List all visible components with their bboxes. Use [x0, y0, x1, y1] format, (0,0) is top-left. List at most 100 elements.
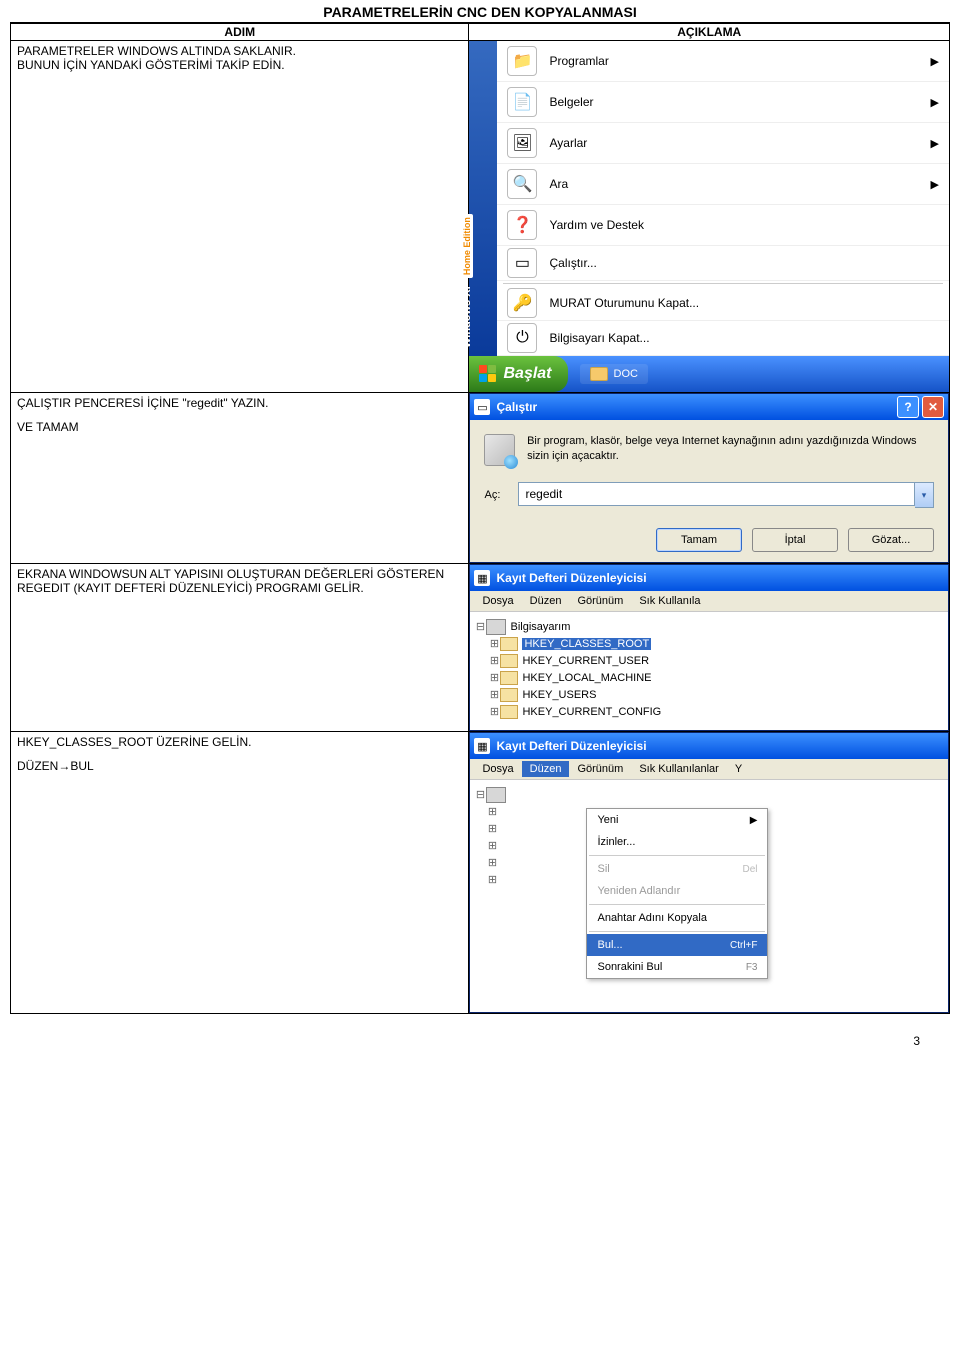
ok-button[interactable]: Tamam — [656, 528, 742, 552]
browse-button[interactable]: Gözat... — [848, 528, 934, 552]
context-menu-item: SilDel — [587, 858, 767, 880]
context-menu-item[interactable]: Bul...Ctrl+F — [587, 934, 767, 956]
menu-item-icon: 📄 — [507, 87, 537, 117]
menu-item[interactable]: Görünüm — [569, 593, 631, 609]
menu-item[interactable]: Düzen — [522, 761, 570, 777]
start-menu-brandbar: Windows XPHome Edition — [469, 41, 497, 356]
menu-item-icon: 🔍 — [507, 169, 537, 199]
run-dialog-title: Çalıştır — [496, 400, 894, 414]
taskbar-item-doc[interactable]: DOC — [580, 364, 648, 384]
page-number: 3 — [0, 1014, 960, 1058]
step2-line2: VE TAMAM — [17, 420, 462, 434]
menu-item[interactable]: Dosya — [474, 761, 521, 777]
menu-item[interactable]: Sık Kullanılanlar — [631, 761, 727, 777]
open-input[interactable] — [518, 482, 915, 506]
step4-line2: DÜZEN→BUL — [17, 759, 462, 773]
step2-line1: ÇALIŞTIR PENCERESİ İÇİNE "regedit" YAZIN… — [17, 396, 462, 410]
edit-context-menu[interactable]: Yeni▶İzinler... SilDelYeniden Adlandır Ana… — [586, 808, 768, 979]
start-menu-item[interactable]: ▭ Çalıştır... — [497, 246, 949, 281]
start-menu-item[interactable]: ❓ Yardım ve Destek — [497, 205, 949, 246]
start-menu-item[interactable]: 🔑 MURAT Oturumunu Kapat... — [497, 286, 949, 321]
start-menu-item[interactable]: 🔍 Ara▶ — [497, 164, 949, 205]
menu-item-label: Programlar — [549, 54, 930, 68]
folder-icon — [500, 671, 518, 685]
submenu-arrow-icon: ▶ — [931, 96, 939, 109]
submenu-arrow-icon: ▶ — [931, 178, 939, 191]
regedit-title: Kayıt Defteri Düzenleyicisi — [496, 571, 944, 585]
step1-line2: BUNUN İÇİN YANDAKİ GÖSTERİMİ TAKİP EDİN. — [17, 58, 462, 72]
regedit2-title: Kayıt Defteri Düzenleyicisi — [496, 739, 944, 753]
doc-title: PARAMETRELERİN CNC DEN KOPYALANMASI — [0, 0, 960, 22]
regedit-menubar-2[interactable]: DosyaDüzenGörünümSık KullanılanlarY — [470, 759, 948, 780]
start-menu-item[interactable]: ⏻ Bilgisayarı Kapat... — [497, 321, 949, 356]
windows-logo-icon — [479, 365, 497, 383]
folder-icon — [500, 688, 518, 702]
computer-icon — [486, 619, 506, 635]
folder-icon — [500, 705, 518, 719]
step1-line1: PARAMETRELER WINDOWS ALTINDA SAKLANIR. — [17, 44, 462, 58]
tree-item[interactable]: ⊞HKEY_LOCAL_MACHINE — [474, 669, 944, 686]
menu-item-icon: ▭ — [507, 248, 537, 278]
start-menu-item[interactable]: 📄 Belgeler▶ — [497, 82, 949, 123]
os-brand: Windows XPHome Edition — [461, 214, 473, 348]
menu-item-label: Ara — [549, 177, 930, 191]
run-dialog-desc: Bir program, klasör, belge veya Internet… — [527, 434, 934, 464]
tree-root[interactable]: Bilgisayarım — [510, 621, 570, 633]
regedit-body-with-menu: ⊟ ⊞ ⊞ ⊞ ⊞ ⊞ Yeni▶İzinler...SilDelYeniden… — [470, 780, 948, 1012]
menu-item-label: Çalıştır... — [549, 256, 939, 270]
menu-item-icon: 🖼 — [507, 128, 537, 158]
start-menu-item[interactable]: 🖼 Ayarlar▶ — [497, 123, 949, 164]
regedit-window-1: ▦ Kayıt Defteri Düzenleyicisi DosyaDüzen… — [469, 564, 949, 731]
menu-item-icon: ⏻ — [507, 323, 537, 353]
menu-item-label: MURAT Oturumunu Kapat... — [549, 296, 939, 310]
dropdown-button[interactable]: ▾ — [915, 482, 934, 508]
regedit-window-2: ▦ Kayıt Defteri Düzenleyicisi DosyaDüzen… — [469, 732, 949, 1013]
close-button[interactable]: ✕ — [922, 396, 944, 418]
taskbar: Başlat DOC — [469, 356, 949, 392]
registry-tree[interactable]: ⊟Bilgisayarım⊞HKEY_CLASSES_ROOT⊞HKEY_CUR… — [470, 612, 948, 730]
folder-icon — [500, 654, 518, 668]
folder-icon — [500, 637, 518, 651]
tree-item[interactable]: ⊞HKEY_CURRENT_USER — [474, 652, 944, 669]
menu-item-label: Yardım ve Destek — [549, 218, 939, 232]
start-button[interactable]: Başlat — [469, 356, 567, 392]
folder-icon — [590, 367, 608, 381]
help-button[interactable]: ? — [897, 396, 919, 418]
regedit-icon: ▦ — [474, 738, 490, 754]
submenu-arrow-icon: ▶ — [931, 55, 939, 68]
start-menu: Windows XPHome Edition 📁Programlar▶📄Belg… — [469, 41, 949, 392]
menu-item[interactable]: Görünüm — [569, 761, 631, 777]
submenu-arrow-icon: ▶ — [750, 815, 758, 826]
menu-item[interactable]: Düzen — [522, 593, 570, 609]
context-menu-item[interactable]: Sonrakini BulF3 — [587, 956, 767, 978]
tree-item[interactable]: ⊞HKEY_USERS — [474, 686, 944, 703]
menu-item-label: Ayarlar — [549, 136, 930, 150]
menu-item-icon: 📁 — [507, 46, 537, 76]
cancel-button[interactable]: İptal — [752, 528, 838, 552]
context-menu-item[interactable]: İzinler... — [587, 831, 767, 853]
open-label: Aç: — [484, 489, 518, 501]
menu-item[interactable]: Dosya — [474, 593, 521, 609]
tree-item[interactable]: ⊞HKEY_CLASSES_ROOT — [474, 635, 944, 652]
tree-item[interactable]: ⊞HKEY_CURRENT_CONFIG — [474, 703, 944, 720]
menu-item-label: Belgeler — [549, 95, 930, 109]
start-menu-item[interactable]: 📁 Programlar▶ — [497, 41, 949, 82]
context-menu-item: Yeniden Adlandır — [587, 880, 767, 902]
step3-text: EKRANA WINDOWSUN ALT YAPISINI OLUŞTURAN … — [17, 567, 462, 595]
menu-item[interactable]: Y — [727, 761, 750, 777]
step4-line1: HKEY_CLASSES_ROOT ÜZERİNE GELİN. — [17, 735, 462, 749]
menu-item-icon: 🔑 — [507, 288, 537, 318]
regedit-icon: ▦ — [474, 570, 490, 586]
context-menu-item[interactable]: Anahtar Adını Kopyala — [587, 907, 767, 929]
menu-item-icon: ❓ — [507, 210, 537, 240]
menu-item[interactable]: Sık Kullanıla — [631, 593, 708, 609]
menu-item-label: Bilgisayarı Kapat... — [549, 331, 939, 345]
col-step-header: ADIM — [11, 24, 469, 41]
run-dialog-titlebar: ▭ Çalıştır ? ✕ — [470, 394, 948, 420]
regedit-menubar-1[interactable]: DosyaDüzenGörünümSık Kullanıla — [470, 591, 948, 612]
col-desc-header: AÇIKLAMA — [469, 24, 950, 41]
run-icon: ▭ — [474, 399, 490, 415]
context-menu-item[interactable]: Yeni▶ — [587, 809, 767, 831]
run-dialog: ▭ Çalıştır ? ✕ Bir program, klasör, belg… — [469, 393, 949, 563]
submenu-arrow-icon: ▶ — [931, 137, 939, 150]
